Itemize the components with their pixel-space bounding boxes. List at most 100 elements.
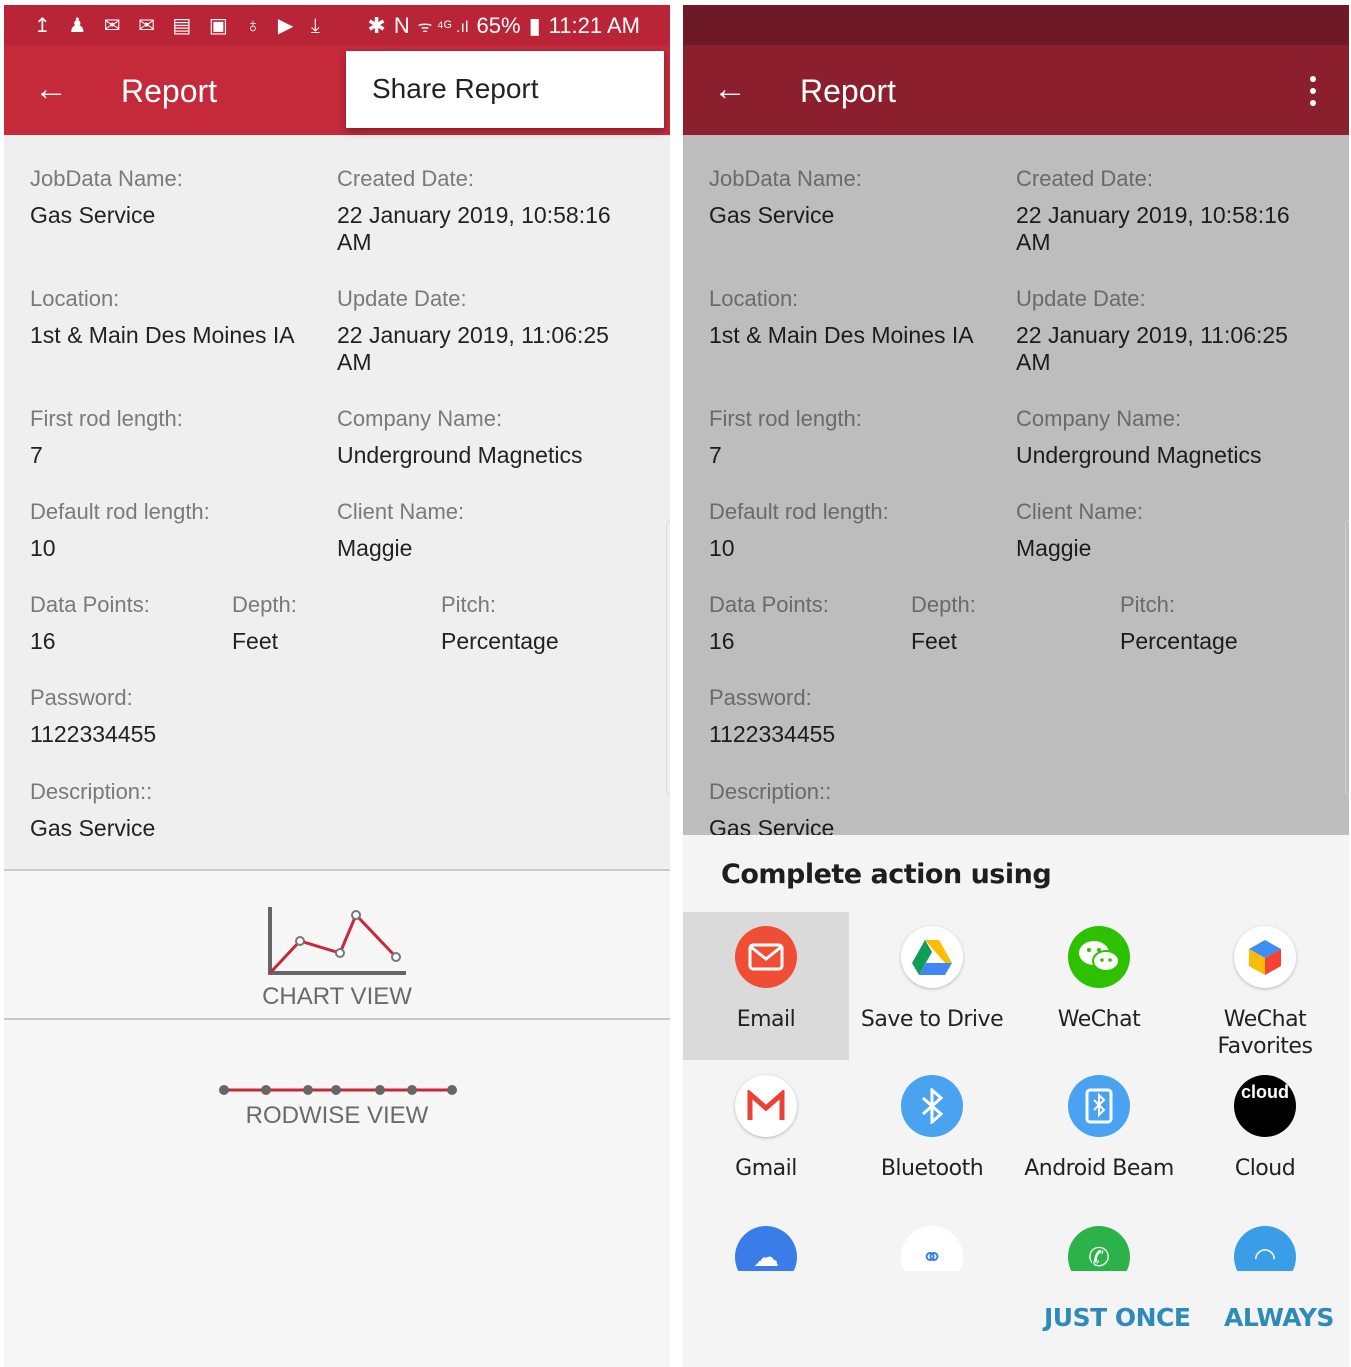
share-target-android-beam[interactable]: Android Beam: [1016, 1061, 1182, 1209]
field-created-date: Created Date: 22 January 2019, 10:58:16 A…: [1016, 165, 1290, 256]
share-target-bluetooth[interactable]: Bluetooth: [849, 1061, 1015, 1209]
nodes-icon[interactable]: ⚭: [901, 1226, 963, 1271]
menu-item-share-report[interactable]: Share Report: [372, 73, 539, 105]
field-password: Password: 1122334455: [709, 684, 835, 748]
share-target-wechat[interactable]: WeChat: [1016, 912, 1182, 1060]
chart-view-button[interactable]: CHART VIEW: [4, 871, 670, 1016]
field-description: Description:: Gas Service: [709, 778, 834, 842]
field-company-name: Company Name: Underground Magnetics: [337, 405, 582, 469]
field-value: Underground Magnetics: [1016, 442, 1262, 468]
field-data-points: Data Points: 16: [709, 591, 829, 655]
field-label: First rod length:: [709, 406, 862, 431]
drive-icon: [901, 926, 963, 988]
share-target-save-to-drive[interactable]: Save to Drive: [849, 912, 1015, 1060]
field-created-date: Created Date: 22 January 2019, 10:58:16 A…: [337, 165, 611, 256]
field-password: Password: 1122334455: [30, 684, 156, 748]
status-bar: ↥ ♟ ✉ ✉ ▤ ▣ ♁ ▶ ⤓ ✱ N ᯤ ⁴ᴳ .ıl 65% ▮ 11:…: [4, 5, 670, 45]
status-icons: ✱ N ᯤ ⁴ᴳ .ıl 65% ▮ 11:21 AM: [367, 13, 640, 39]
share-target-label: WeChat: [1057, 1007, 1141, 1032]
share-target-cloud[interactable]: cloud Cloud: [1182, 1061, 1348, 1209]
more-vert-icon[interactable]: [1303, 71, 1323, 111]
field-value: 10: [30, 535, 56, 561]
page-title: Report: [800, 73, 897, 109]
signal-icon: ᯤ ⁴ᴳ .ıl: [417, 19, 469, 36]
share-target-wechat-favorites[interactable]: WeChat Favorites: [1182, 912, 1348, 1060]
field-value: 7: [30, 442, 43, 468]
field-update-date: Update Date: 22 January 2019, 11:06:25 AM: [337, 285, 609, 376]
share-targets-more: ☁ ⚭ ✆ ◠: [683, 1221, 1349, 1271]
always-button[interactable]: ALWAYS: [1224, 1303, 1334, 1332]
field-label: Client Name:: [337, 499, 465, 524]
field-label: JobData Name:: [30, 166, 183, 191]
field-value: 1st & Main Des Moines IA: [30, 322, 295, 348]
field-label: Default rod length:: [30, 499, 210, 524]
field-value: 16: [30, 628, 56, 654]
android-beam-icon: [1068, 1075, 1130, 1137]
battery-icon: ▮: [528, 13, 541, 38]
cloud-icon: cloud: [1234, 1075, 1296, 1137]
field-location: Location: 1st & Main Des Moines IA: [30, 285, 295, 349]
field-location: Location: 1st & Main Des Moines IA: [709, 285, 974, 349]
field-client-name: Client Name: Maggie: [337, 498, 464, 562]
field-label: Depth:: [232, 592, 297, 617]
field-label: Pitch:: [441, 592, 497, 617]
field-value: Percentage: [441, 628, 559, 654]
rodwise-view-label: RODWISE VIEW: [245, 1102, 429, 1129]
field-jobdata-name: JobData Name: Gas Service: [709, 165, 862, 229]
field-label: Default rod length:: [709, 499, 889, 524]
rodwise-view-button[interactable]: RODWISE VIEW: [4, 1018, 670, 1138]
overflow-menu: Share Report: [346, 51, 664, 128]
field-value: 1122334455: [709, 721, 836, 747]
field-label: Company Name:: [337, 406, 503, 431]
envelope-icon: [735, 926, 797, 988]
field-value: 22 January 2019, 11:06:25 AM: [1016, 322, 1288, 375]
field-default-rod-length: Default rod length: 10: [709, 498, 889, 562]
field-jobdata-name: JobData Name: Gas Service: [30, 165, 183, 229]
back-arrow-icon[interactable]: ←: [34, 69, 68, 109]
field-label: Data Points:: [30, 592, 150, 617]
bluetooth-icon: ✱: [367, 13, 386, 38]
field-value: 22 January 2019, 10:58:16 AM: [1016, 202, 1290, 255]
share-target-label: Email: [736, 1007, 796, 1032]
notification-icons: ↥ ♟ ✉ ✉ ▤ ▣ ♁ ▶ ⤓: [34, 15, 326, 37]
line-chart-icon: [268, 907, 406, 975]
field-value: 10: [709, 535, 735, 561]
bluetooth-icon: [901, 1075, 963, 1137]
field-first-rod-length: First rod length: 7: [709, 405, 862, 469]
field-data-points: Data Points: 16: [30, 591, 150, 655]
field-depth: Depth: Feet: [232, 591, 297, 655]
status-bar: [683, 5, 1349, 45]
field-value: 22 January 2019, 11:06:25 AM: [337, 322, 609, 375]
field-value: Percentage: [1120, 628, 1238, 654]
field-label: Location:: [30, 286, 120, 311]
field-value: Feet: [911, 628, 958, 654]
battery-percent: 65%: [476, 13, 521, 38]
view-options: CHART VIEW RODWISE VIEW: [4, 869, 670, 1367]
field-value: 22 January 2019, 10:58:16 AM: [337, 202, 611, 255]
share-target-gmail[interactable]: Gmail: [683, 1061, 849, 1209]
scrollbar[interactable]: [1345, 520, 1349, 795]
phone-icon[interactable]: ✆: [1068, 1226, 1130, 1271]
gmail-icon: [735, 1075, 797, 1137]
field-value: 7: [709, 442, 722, 468]
field-label: Data Points:: [709, 592, 829, 617]
share-target-label: WeChat Favorites: [1217, 1007, 1313, 1059]
field-value: 16: [709, 628, 735, 654]
scrollbar[interactable]: [666, 520, 670, 795]
share-target-email[interactable]: Email: [683, 912, 849, 1060]
field-value: Maggie: [337, 535, 413, 561]
report-details: JobData Name: Gas Service Created Date: …: [4, 135, 670, 870]
report-screen-with-share-sheet: ← Report JobData Name: Gas Service Creat…: [683, 5, 1349, 1367]
field-company-name: Company Name: Underground Magnetics: [1016, 405, 1261, 469]
field-label: Description::: [709, 779, 832, 804]
just-once-button[interactable]: JUST ONCE: [1044, 1303, 1191, 1332]
field-description: Description:: Gas Service: [30, 778, 155, 842]
rodwise-icon: [219, 1085, 457, 1095]
samsung-cloud-icon[interactable]: ☁: [735, 1226, 797, 1271]
action-buttons: JUST ONCE ALWAYS: [683, 1303, 1349, 1353]
share-target-label: Cloud: [1234, 1156, 1296, 1181]
back-arrow-icon[interactable]: ←: [713, 69, 747, 109]
wechat-icon: [1068, 926, 1130, 988]
field-label: Created Date:: [1016, 166, 1153, 191]
wifi-icon[interactable]: ◠: [1234, 1226, 1296, 1271]
